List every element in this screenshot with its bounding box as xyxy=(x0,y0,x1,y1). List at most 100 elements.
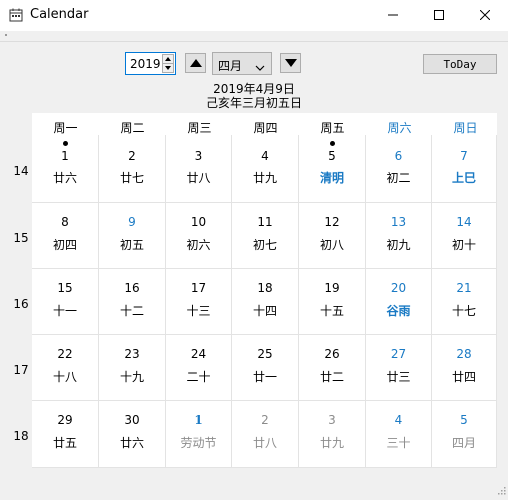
day-cell[interactable]: 1 劳动节 xyxy=(166,401,232,468)
lunar-label: 廿五 xyxy=(52,436,77,450)
day-number: 24 xyxy=(190,347,207,361)
day-cell[interactable]: 16 十二 xyxy=(99,269,166,335)
triangle-up-icon xyxy=(189,56,202,70)
day-cell[interactable]: 18 十四 xyxy=(232,269,299,335)
day-cell[interactable]: 17 十三 xyxy=(166,269,232,335)
next-month-button[interactable] xyxy=(280,53,301,73)
lunar-label: 廿六 xyxy=(119,436,144,450)
day-cell[interactable]: 28 廿四 xyxy=(432,335,497,401)
weekday-header: 周日 xyxy=(453,121,478,135)
weekday-header: 周六 xyxy=(387,121,412,135)
day-number: 28 xyxy=(456,347,472,361)
day-cell[interactable]: 12 初八 xyxy=(299,203,366,269)
day-cell[interactable]: 23 十九 xyxy=(99,335,166,401)
day-cell[interactable]: 13 初九 xyxy=(366,203,432,269)
day-number: 17 xyxy=(190,281,207,295)
lunar-label: 十七 xyxy=(451,304,476,318)
day-cell[interactable]: 4 廿九 xyxy=(232,135,299,203)
weekday-header: 周四 xyxy=(253,121,278,135)
day-number: 2 xyxy=(261,413,269,427)
day-cell[interactable]: 5 四月 xyxy=(432,401,497,468)
resize-grip-icon[interactable] xyxy=(496,484,506,498)
close-button[interactable] xyxy=(462,0,508,31)
lunar-label: 初九 xyxy=(386,238,411,252)
lunar-label: 上巳 xyxy=(451,171,476,185)
week-number: 14 xyxy=(13,164,29,178)
day-cell[interactable]: 27 廿三 xyxy=(366,335,432,401)
day-number: 14 xyxy=(456,215,472,229)
day-number: 4 xyxy=(394,413,403,427)
month-select[interactable]: 四月 xyxy=(212,52,272,75)
lunar-label: 廿六 xyxy=(52,171,77,185)
day-number: 15 xyxy=(57,281,73,295)
day-cell[interactable]: 2 廿七 xyxy=(99,135,166,203)
day-cell[interactable]: 24 二十 xyxy=(166,335,232,401)
day-number: 29 xyxy=(57,413,73,427)
calendar-app-icon xyxy=(9,8,23,22)
day-cell[interactable]: 15 十一 xyxy=(32,269,99,335)
day-cell[interactable]: 4 三十 xyxy=(366,401,432,468)
day-number: 3 xyxy=(328,413,336,427)
lunar-label: 廿二 xyxy=(319,370,344,384)
lunar-label: 十九 xyxy=(119,370,144,384)
day-cell[interactable]: 29 廿五 xyxy=(32,401,99,468)
day-cell[interactable]: 26 廿二 xyxy=(299,335,366,401)
day-cell[interactable]: 3 廿八 xyxy=(166,135,232,203)
day-cell[interactable]: 21 十七 xyxy=(432,269,497,335)
day-cell[interactable]: 9 初五 xyxy=(99,203,166,269)
day-cell[interactable]: 7 上巳 xyxy=(432,135,497,203)
day-cell[interactable]: 5 清明 xyxy=(299,135,366,203)
day-number: 12 xyxy=(324,215,340,229)
maximize-button[interactable] xyxy=(416,0,462,31)
day-number: 11 xyxy=(257,215,273,229)
year-value[interactable]: 2019 xyxy=(130,57,161,71)
lunar-label: 廿九 xyxy=(252,171,277,185)
day-cell[interactable]: 14 初十 xyxy=(432,203,497,269)
lunar-label: 劳动节 xyxy=(180,436,217,450)
day-cell[interactable]: 6 初二 xyxy=(366,135,432,203)
event-dot-icon xyxy=(330,141,335,146)
lunar-label: 四月 xyxy=(451,436,476,450)
weekday-header: 周一 xyxy=(53,121,78,135)
maximize-icon xyxy=(434,9,444,23)
day-number: 1 xyxy=(61,149,69,163)
minimize-button[interactable] xyxy=(370,0,416,31)
day-number: 20 xyxy=(390,281,407,295)
year-spin-down-button[interactable] xyxy=(162,63,174,73)
window-title: Calendar xyxy=(30,7,89,22)
week-number: 15 xyxy=(13,231,29,245)
day-cell[interactable]: 1 廿六 xyxy=(32,135,99,203)
day-cell[interactable]: 19 十五 xyxy=(299,269,366,335)
title-bar: Calendar xyxy=(0,0,508,31)
year-spinner[interactable]: 2019 xyxy=(125,52,176,75)
lunar-date: 己亥年三月初五日 xyxy=(205,96,302,110)
day-number: 1 xyxy=(194,413,203,427)
lunar-label: 清明 xyxy=(319,171,344,185)
lunar-label: 十四 xyxy=(252,304,277,318)
triangle-down-icon xyxy=(284,56,297,70)
day-cell[interactable]: 20 谷雨 xyxy=(366,269,432,335)
lunar-label: 廿九 xyxy=(319,436,344,450)
today-button[interactable]: ToDay xyxy=(423,54,497,74)
day-cell[interactable]: 30 廿六 xyxy=(99,401,166,468)
day-number: 5 xyxy=(460,413,468,427)
day-cell[interactable]: 8 初四 xyxy=(32,203,99,269)
day-number: 2 xyxy=(128,149,136,163)
day-cell[interactable]: 10 初六 xyxy=(166,203,232,269)
day-cell[interactable]: 22 十八 xyxy=(32,335,99,401)
lunar-label: 廿四 xyxy=(451,370,476,384)
lunar-label: 廿八 xyxy=(186,171,211,185)
week-number: 17 xyxy=(13,363,29,377)
lunar-label: 初十 xyxy=(451,238,476,252)
lunar-label: 十八 xyxy=(52,370,77,384)
lunar-label: 廿七 xyxy=(119,171,144,185)
day-cell[interactable]: 25 廿一 xyxy=(232,335,299,401)
prev-month-button[interactable] xyxy=(185,53,206,73)
day-cell[interactable]: 2 廿八 xyxy=(232,401,299,468)
day-cell[interactable]: 11 初七 xyxy=(232,203,299,269)
month-value: 四月 xyxy=(218,59,243,73)
day-number: 9 xyxy=(128,215,136,229)
chevron-down-icon xyxy=(255,60,265,74)
day-cell[interactable]: 3 廿九 xyxy=(299,401,366,468)
menu-strip xyxy=(0,31,508,42)
